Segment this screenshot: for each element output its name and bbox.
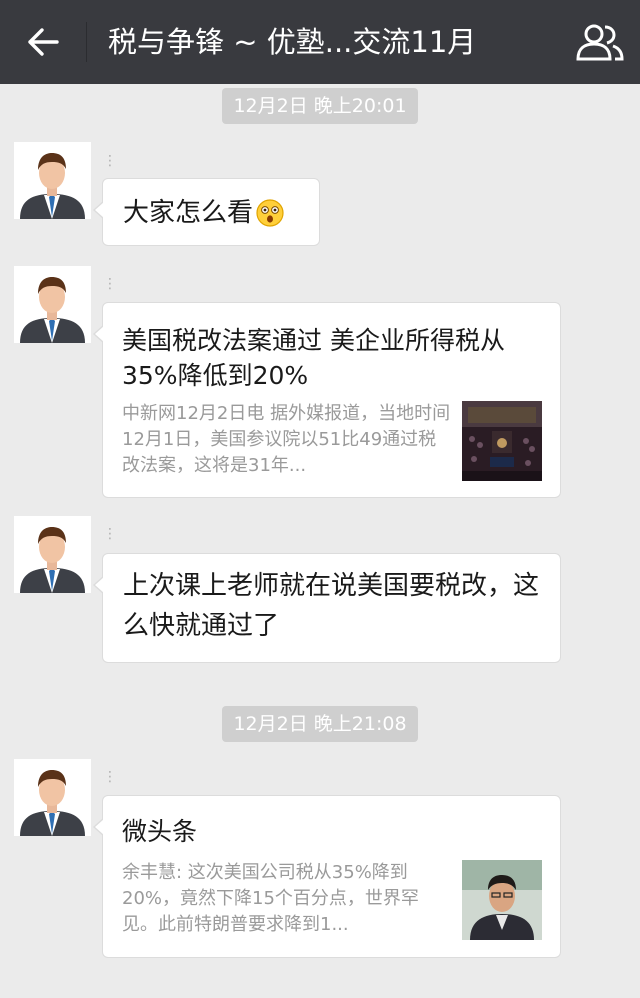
- avatar[interactable]: [14, 516, 91, 593]
- sender-name: ⋮: [103, 153, 117, 169]
- user-avatar-icon: [14, 142, 91, 219]
- message-text: 大家怎么看: [103, 179, 319, 247]
- link-card-thumbnail: [462, 401, 542, 481]
- group-members-icon: [576, 24, 624, 61]
- message-text-content: 大家怎么看: [123, 198, 254, 228]
- timestamp-label: 12月2日 晚上21:08: [222, 706, 418, 742]
- link-card-bubble[interactable]: 微头条 余丰慧: 这次美国公司税从35%降到20%，竟然下降15个百分点，世界罕…: [93, 795, 561, 958]
- chat-title: 税与争锋 ~ 优塾...交流11月: [108, 25, 477, 59]
- avatar[interactable]: [14, 266, 91, 343]
- group-members-button[interactable]: [574, 18, 626, 66]
- timestamp: 12月2日 晚上20:01: [0, 88, 640, 124]
- avatar[interactable]: [14, 759, 91, 836]
- avatar[interactable]: [14, 142, 91, 219]
- link-card-thumbnail: [462, 860, 542, 940]
- message-bubble[interactable]: 上次课上老师就在说美国要税改，这么快就通过了: [93, 553, 561, 663]
- sender-name: ⋮: [103, 526, 117, 542]
- timestamp: 12月2日 晚上21:08: [0, 706, 640, 742]
- surprised-emoji-icon: [256, 199, 284, 227]
- link-card-description: 中新网12月2日电 据外媒报道，当地时间12月1日，美国参议院以51比49通过税…: [122, 403, 451, 476]
- back-button[interactable]: [0, 0, 86, 84]
- link-card-bubble[interactable]: 美国税改法案通过 美企业所得税从35%降低到20% 中新网12月2日电 据外媒报…: [93, 302, 561, 498]
- user-avatar-icon: [14, 516, 91, 593]
- link-card-title: 美国税改法案通过 美企业所得税从35%降低到20%: [122, 326, 505, 390]
- sender-name: ⋮: [103, 276, 117, 292]
- user-avatar-icon: [14, 759, 91, 836]
- timestamp-label: 12月2日 晚上20:01: [222, 88, 418, 124]
- message-bubble[interactable]: 大家怎么看: [93, 178, 320, 247]
- author-portrait-photo-icon: [462, 860, 542, 940]
- link-card-title: 微头条: [122, 817, 198, 846]
- message-text: 上次课上老师就在说美国要税改，这么快就通过了: [123, 571, 540, 641]
- link-card-description: 余丰慧: 这次美国公司税从35%降到20%，竟然下降15个百分点，世界罕见。此前…: [122, 862, 419, 935]
- senate-chamber-photo-icon: [462, 401, 542, 481]
- back-arrow-icon: [28, 28, 59, 56]
- user-avatar-icon: [14, 266, 91, 343]
- header-divider: [86, 22, 87, 62]
- chat-header: 税与争锋 ~ 优塾...交流11月: [0, 0, 640, 84]
- sender-name: ⋮: [103, 769, 117, 785]
